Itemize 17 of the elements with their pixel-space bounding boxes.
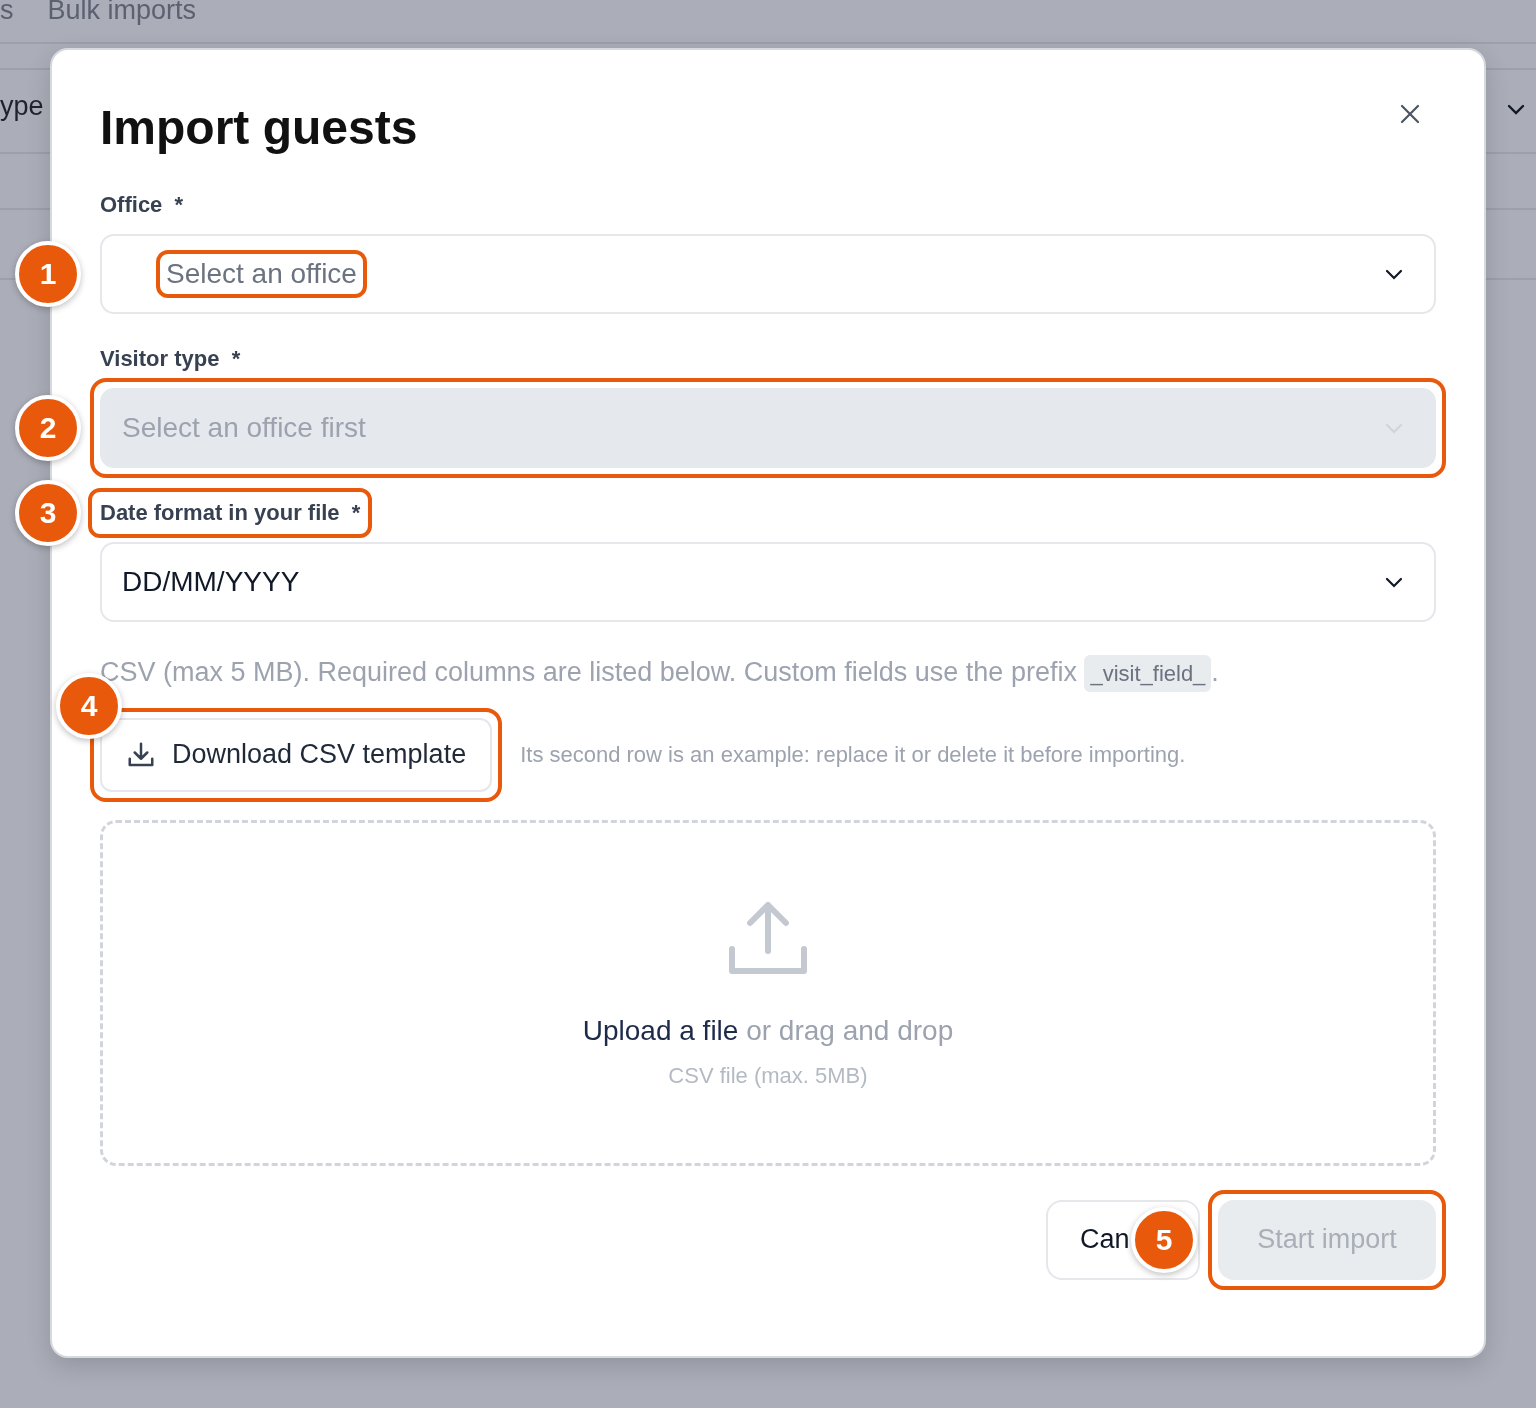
download-button[interactable]: Download CSV template (100, 717, 493, 792)
select-field[interactable]: DD/MM/YYYY (100, 542, 1436, 622)
select-field[interactable]: Select an office (100, 234, 1436, 314)
select-placeholder: Select an office (156, 250, 367, 298)
note-text: Its second row is an example: replace it or delete it before importing. (520, 741, 1186, 768)
column-label: ype (0, 90, 44, 122)
select-value: DD/MM/YYYY (122, 566, 300, 598)
field-label: Date format in your file * (88, 488, 373, 538)
upload-link[interactable]: Upload a file (582, 1014, 739, 1046)
close-icon[interactable] (1398, 102, 1422, 126)
file-limit-text: CSV file (max. 5MB) (668, 1062, 868, 1089)
drop-text: or drag and drop (746, 1014, 954, 1046)
drop-zone[interactable]: Upload a file or drag and drop CSV file (max. 5MB) (100, 819, 1436, 1166)
field-label: Visitor type * (100, 345, 241, 373)
dialog-title: Import guests (100, 100, 418, 156)
select-placeholder: Select an office first (122, 412, 366, 444)
field-label: Office * (100, 191, 184, 219)
